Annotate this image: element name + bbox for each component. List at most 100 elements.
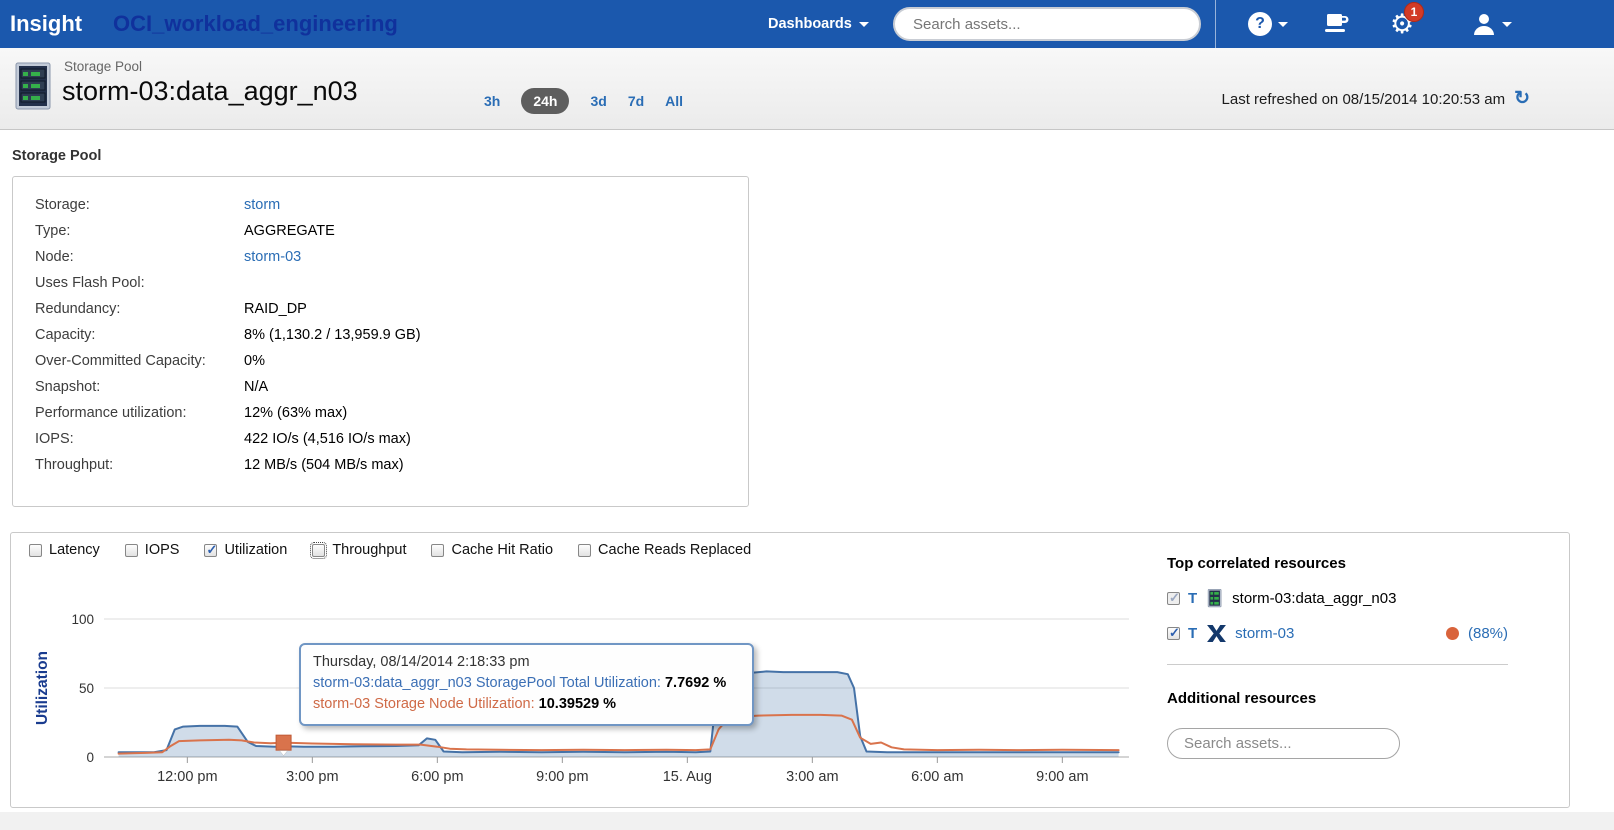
notification-badge: 1	[1404, 2, 1424, 22]
detail-value: 8% (1,130.2 / 13,959.9 GB)	[244, 327, 421, 343]
chevron-down-icon	[858, 21, 869, 27]
asset-type-label: Storage Pool	[64, 59, 143, 74]
detail-label: Capacity:	[35, 327, 96, 343]
time-range-7d[interactable]: 7d	[628, 93, 644, 109]
x-tick-label: 6:00 pm	[411, 769, 463, 785]
detail-label: Snapshot:	[35, 379, 101, 395]
metric-checkbox[interactable]	[29, 543, 42, 557]
metric-checkbox[interactable]	[431, 543, 445, 557]
time-range-24h[interactable]: 24h	[521, 88, 570, 114]
trend-toggle[interactable]: T	[1188, 590, 1197, 607]
time-range-3h[interactable]: 3h	[484, 93, 500, 109]
detail-value: 12% (63% max)	[244, 405, 348, 421]
panel-divider	[1167, 664, 1508, 665]
dashboards-menu-label: Dashboards	[768, 16, 852, 32]
detail-value: 422 IO/s (4,516 IO/s max)	[244, 431, 411, 447]
metric-toggle-iops[interactable]: IOPS	[124, 542, 180, 558]
y-tick-label: 0	[86, 750, 94, 765]
correlated-resources-panel: Top correlated resources T storm-03:data…	[1167, 555, 1508, 759]
workspace-link[interactable]: OCI_workload_engineering	[113, 0, 398, 48]
refresh-icon[interactable]: ↻	[1514, 89, 1530, 108]
detail-row: Performance utilization: 12% (63% max)	[13, 400, 748, 426]
tooltip-timestamp: Thursday, 08/14/2014 2:18:33 pm	[313, 654, 530, 670]
topbar-divider	[1215, 0, 1216, 48]
help-menu[interactable]: ?	[1248, 0, 1288, 48]
metric-toggle-label: Cache Reads Replaced	[598, 542, 752, 558]
page-title: storm-03:data_aggr_n03	[62, 76, 358, 106]
details-panel: Storage: storm Type: AGGREGATE Node: sto…	[12, 176, 749, 507]
detail-label: Over-Committed Capacity:	[35, 353, 206, 369]
detail-row: Node: storm-03	[13, 244, 748, 270]
x-tick-label: 6:00 am	[911, 769, 963, 785]
metric-checkbox[interactable]	[310, 541, 328, 559]
hover-marker	[275, 734, 292, 751]
detail-label: Redundancy:	[35, 301, 121, 317]
metric-checkbox[interactable]	[578, 543, 592, 557]
metric-toggle-cache-reads-replaced[interactable]: Cache Reads Replaced	[578, 542, 751, 558]
correlation-value: (88%)	[1445, 625, 1508, 642]
page-bottom-strip	[0, 812, 1614, 830]
y-tick-label: 50	[79, 681, 94, 696]
detail-row: Redundancy: RAID_DP	[13, 296, 748, 322]
metric-toggle-label: Latency	[49, 542, 100, 558]
metric-checkbox[interactable]	[124, 543, 138, 557]
x-tick-label: 15. Aug	[663, 769, 712, 785]
time-range-selector: 3h 24h 3d 7d All	[484, 88, 683, 114]
detail-row: IOPS: 422 IO/s (4,516 IO/s max)	[13, 426, 748, 452]
metric-toggle-utilization[interactable]: Utilization	[204, 542, 287, 558]
detail-value[interactable]: storm	[244, 197, 280, 213]
detail-label: Type:	[35, 223, 71, 239]
detail-row: Type: AGGREGATE	[13, 218, 748, 244]
correlation-dot-icon	[1445, 627, 1459, 640]
admin-menu[interactable]: ⚙ 1	[1390, 0, 1424, 48]
metric-toggle-throughput[interactable]: Throughput	[310, 541, 407, 559]
asset-search-input[interactable]	[893, 7, 1201, 41]
time-range-3d[interactable]: 3d	[590, 93, 606, 109]
resource-name: storm-03:data_aggr_n03	[1232, 590, 1397, 607]
detail-value: N/A	[244, 379, 269, 395]
x-tick-label: 3:00 am	[786, 769, 838, 785]
x-tick-label: 9:00 pm	[536, 769, 588, 785]
resource-name[interactable]: storm-03	[1235, 625, 1294, 642]
detail-value[interactable]: storm-03	[244, 249, 301, 265]
chevron-down-icon	[1502, 21, 1512, 27]
detail-label: Performance utilization:	[35, 405, 187, 421]
metric-toggle-label: Cache Hit Ratio	[451, 542, 554, 558]
detail-label: Uses Flash Pool:	[35, 275, 145, 291]
detail-row: Storage: storm	[13, 192, 748, 218]
storage-node-icon	[1207, 625, 1227, 642]
correlation-percent: (88%)	[1467, 625, 1508, 642]
detail-value: 0%	[244, 353, 265, 369]
resource-checkbox[interactable]	[1167, 590, 1180, 606]
metric-toggle-cache-hit-ratio[interactable]: Cache Hit Ratio	[431, 542, 553, 558]
metric-toggle-label: IOPS	[144, 542, 180, 558]
detail-value: RAID_DP	[244, 301, 307, 317]
time-range-all[interactable]: All	[665, 93, 683, 109]
detail-label: Storage:	[35, 197, 90, 213]
detail-value: 12 MB/s (504 MB/s max)	[244, 457, 404, 473]
trend-toggle[interactable]: T	[1188, 625, 1197, 642]
x-tick-label: 12:00 pm	[157, 769, 217, 785]
additional-resources-search-input[interactable]	[1167, 728, 1400, 759]
dashboards-menu[interactable]: Dashboards	[768, 0, 869, 48]
insight-logo[interactable]: Insight	[10, 0, 82, 48]
metric-checkbox[interactable]	[204, 542, 218, 558]
detail-value: AGGREGATE	[244, 223, 335, 239]
metric-toggle-latency[interactable]: Latency	[29, 542, 100, 558]
metric-toggle-label: Throughput	[332, 542, 407, 558]
detail-row: Throughput: 12 MB/s (504 MB/s max)	[13, 452, 748, 478]
last-refreshed: Last refreshed on 08/15/2014 10:20:53 am…	[1222, 89, 1530, 108]
correlated-title: Top correlated resources	[1167, 555, 1346, 572]
storage-pool-icon	[15, 62, 51, 110]
additional-resources-title: Additional resources	[1167, 690, 1317, 707]
java-client-button[interactable]	[1324, 0, 1352, 48]
detail-label: Node:	[35, 249, 74, 265]
user-icon	[1474, 14, 1494, 35]
detail-row: Uses Flash Pool:	[13, 270, 748, 296]
user-menu[interactable]	[1472, 0, 1512, 48]
correlated-resource-row: T storm-03 (88%)	[1167, 625, 1508, 642]
y-tick-label: 100	[71, 612, 94, 627]
storage-pool-icon	[1207, 589, 1223, 608]
tooltip-series-1: storm-03:data_aggr_n03 StoragePool Total…	[313, 675, 727, 691]
resource-checkbox[interactable]	[1167, 625, 1180, 641]
